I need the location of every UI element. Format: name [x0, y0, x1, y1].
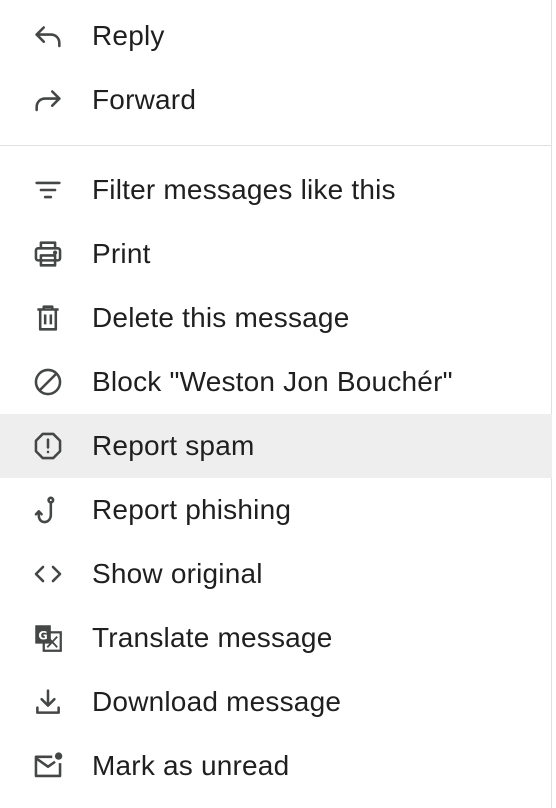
- menu-divider: [0, 145, 552, 146]
- menu-item-delete[interactable]: Delete this message: [0, 286, 552, 350]
- block-icon: [30, 364, 66, 400]
- message-actions-menu: Reply Forward Filter messages like this: [0, 0, 552, 808]
- menu-item-label: Delete this message: [92, 302, 350, 333]
- forward-icon: [30, 82, 66, 118]
- translate-icon: G: [30, 620, 66, 656]
- menu-item-label: Block "Weston Jon Bouchér": [92, 366, 453, 397]
- menu-item-label: Mark as unread: [92, 750, 290, 781]
- menu-item-label: Forward: [92, 84, 197, 115]
- menu-item-translate[interactable]: G Translate message: [0, 606, 552, 670]
- menu-item-label: Download message: [92, 686, 342, 717]
- filter-icon: [30, 172, 66, 208]
- menu-item-label: Filter messages like this: [92, 174, 396, 205]
- menu-item-label: Show original: [92, 558, 263, 589]
- menu-item-filter[interactable]: Filter messages like this: [0, 158, 552, 222]
- menu-item-label: Print: [92, 238, 151, 269]
- download-icon: [30, 684, 66, 720]
- trash-icon: [30, 300, 66, 336]
- mark-unread-icon: [30, 748, 66, 784]
- code-icon: [30, 556, 66, 592]
- menu-item-show-original[interactable]: Show original: [0, 542, 552, 606]
- svg-text:G: G: [38, 628, 47, 642]
- menu-item-report-phishing[interactable]: Report phishing: [0, 478, 552, 542]
- fishhook-icon: [30, 492, 66, 528]
- menu-item-print[interactable]: Print: [0, 222, 552, 286]
- menu-item-label: Reply: [92, 20, 165, 51]
- menu-item-download[interactable]: Download message: [0, 670, 552, 734]
- menu-item-label: Translate message: [92, 622, 333, 653]
- menu-item-label: Report spam: [92, 430, 255, 461]
- menu-item-report-spam[interactable]: Report spam: [0, 414, 552, 478]
- menu-item-forward[interactable]: Forward: [0, 68, 552, 132]
- menu-item-block-sender[interactable]: Block "Weston Jon Bouchér": [0, 350, 552, 414]
- menu-item-mark-unread[interactable]: Mark as unread: [0, 734, 552, 798]
- report-icon: [30, 428, 66, 464]
- menu-item-label: Report phishing: [92, 494, 292, 525]
- menu-item-reply[interactable]: Reply: [0, 4, 552, 68]
- print-icon: [30, 236, 66, 272]
- reply-icon: [30, 18, 66, 54]
